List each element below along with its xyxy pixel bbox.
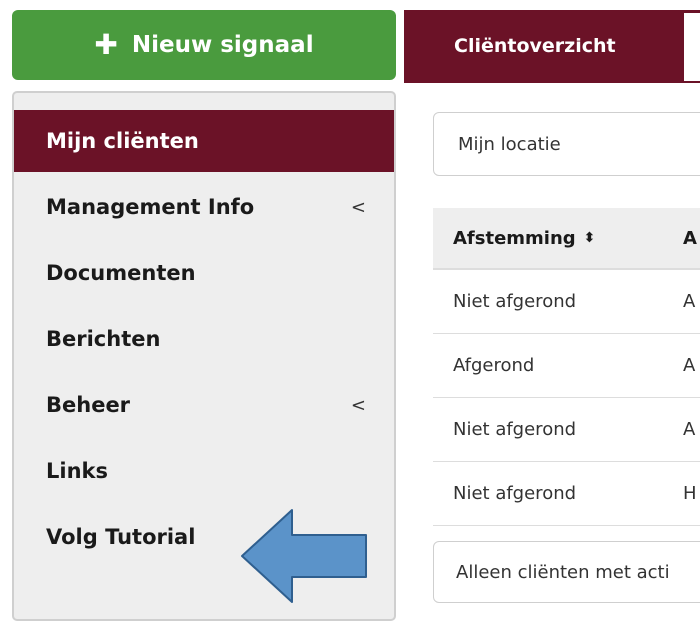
- tab-clientoverzicht[interactable]: Cliëntoverzicht: [404, 10, 684, 81]
- table-cell: A: [683, 291, 696, 312]
- tab-next[interactable]: [684, 10, 700, 81]
- sidebar-item-label: Volg Tutorial: [46, 525, 196, 549]
- table-cell: A: [683, 419, 696, 440]
- sidebar-item-label: Mijn cliënten: [46, 129, 199, 153]
- tab-label: Cliëntoverzicht: [454, 34, 616, 57]
- sidebar-item-label: Berichten: [46, 327, 161, 351]
- sidebar-item-links[interactable]: Links: [14, 440, 394, 502]
- arrow-left-icon: [241, 509, 367, 603]
- table-cell: Niet afgerond: [453, 291, 577, 312]
- sort-icon[interactable]: ⬍: [584, 230, 596, 246]
- app-frame: ✚ Nieuw signaal Mijn cliënten Management…: [0, 0, 700, 641]
- sidebar-item-beheer[interactable]: Beheer <: [14, 374, 394, 436]
- sidebar-item-label: Documenten: [46, 261, 196, 285]
- table-cell: Niet afgerond: [453, 483, 577, 504]
- client-table: Afstemming ⬍ A Niet afgerond A Afgerond …: [433, 208, 700, 526]
- new-signal-label: Nieuw signaal: [131, 32, 314, 58]
- table-cell: H: [683, 483, 697, 504]
- column-header-label: Afstemming: [453, 227, 576, 249]
- table-cell: A: [683, 355, 696, 376]
- chevron-left-icon: <: [350, 196, 366, 218]
- chevron-left-icon: <: [350, 394, 366, 416]
- sidebar-item-label: Management Info: [46, 195, 255, 219]
- table-row[interactable]: Afgerond A: [433, 334, 700, 398]
- filter-label: Alleen cliënten met acti: [456, 561, 670, 583]
- column-header-label: A: [683, 227, 697, 249]
- sidebar-item-documenten[interactable]: Documenten: [14, 242, 394, 304]
- plus-icon: ✚: [94, 28, 118, 61]
- column-header-afstemming[interactable]: Afstemming ⬍: [453, 228, 595, 249]
- table-row[interactable]: Niet afgerond A: [433, 270, 700, 334]
- table-cell: Niet afgerond: [453, 419, 577, 440]
- sidebar-item-berichten[interactable]: Berichten: [14, 308, 394, 370]
- table-row[interactable]: Niet afgerond A: [433, 398, 700, 462]
- sidebar-item-label: Beheer: [46, 393, 131, 417]
- column-header-second[interactable]: A: [683, 228, 697, 249]
- new-signal-button[interactable]: ✚ Nieuw signaal: [12, 10, 396, 80]
- sidebar-item-management-info[interactable]: Management Info <: [14, 176, 394, 238]
- table-header: Afstemming ⬍ A: [433, 208, 700, 270]
- location-select[interactable]: Mijn locatie: [433, 112, 700, 176]
- table-row[interactable]: Niet afgerond H: [433, 462, 700, 526]
- active-clients-filter[interactable]: Alleen cliënten met acti: [433, 541, 700, 603]
- table-cell: Afgerond: [453, 355, 535, 376]
- sidebar-item-label: Links: [46, 459, 108, 483]
- tab-divider: [404, 81, 700, 83]
- location-select-value: Mijn locatie: [458, 133, 561, 155]
- sidebar-item-mijn-clienten[interactable]: Mijn cliënten: [14, 110, 394, 172]
